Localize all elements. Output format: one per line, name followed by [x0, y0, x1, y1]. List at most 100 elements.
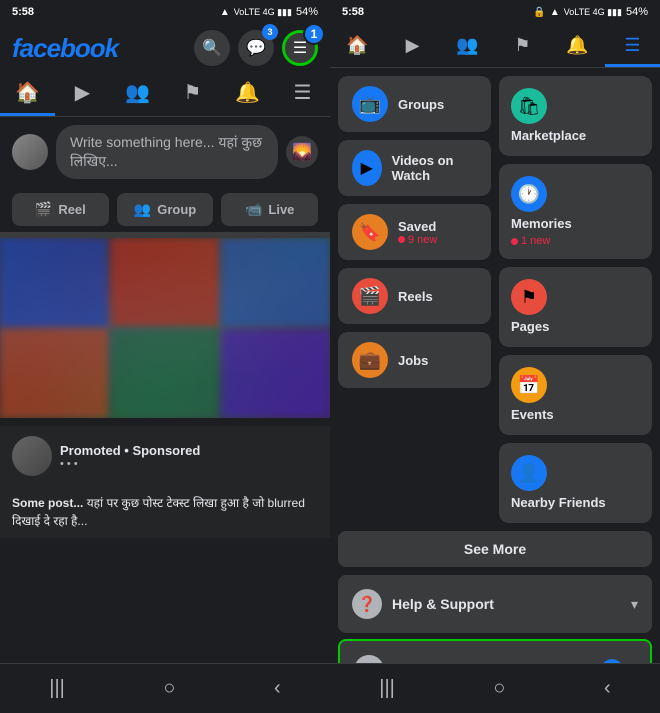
reel-icon: 🎬 — [35, 201, 52, 218]
header-icons: 🔍 💬 3 ☰ 1 — [194, 30, 318, 66]
compose-area: Write something here... यहां कुछ लिखिए..… — [0, 117, 330, 187]
group-button[interactable]: 👥 Group — [117, 193, 214, 226]
tab-home[interactable]: 🏠 — [0, 72, 55, 116]
settings-right: 2 ▾ — [601, 659, 636, 663]
settings-chevron: ▾ — [629, 662, 636, 664]
memories-label: Memories — [511, 216, 640, 231]
menu-events[interactable]: 📅 Events — [499, 355, 652, 435]
post-2-time: • • • — [60, 458, 318, 470]
right-tab-bell[interactable]: 🔔 — [550, 24, 605, 67]
right-tab-menu[interactable]: ☰ — [605, 24, 660, 67]
bottom-nav-left: ||| ○ ‹ — [0, 663, 330, 713]
right-nav-tabs: 🏠 ▶ 👥 ⚑ 🔔 ☰ — [330, 24, 660, 68]
nav-back-right[interactable]: ‹ — [604, 677, 611, 700]
help-support-label: Help & Support — [392, 596, 494, 612]
right-panel: 5:58 🔒 ▲ VoLTE 4G ▮▮▮ 54% 🏠 ▶ 👥 ⚑ 🔔 ☰ 📺 … — [330, 0, 660, 713]
story-actions: 🎬 Reel 👥 Group 📹 Live — [0, 187, 330, 238]
menu-marketplace[interactable]: 🛍 Marketplace — [499, 76, 652, 156]
messenger-button[interactable]: 💬 3 — [238, 30, 274, 66]
tab-friends[interactable]: 👥 — [110, 72, 165, 116]
tab-bell[interactable]: 🔔 — [220, 72, 275, 116]
groups-label: Groups — [398, 97, 444, 112]
settings-privacy-label: Settings & Privacy — [394, 662, 517, 663]
saved-sub: 9 new — [398, 234, 437, 246]
bottom-nav-right: ||| ○ ‹ — [330, 663, 660, 713]
menu-videos-watch[interactable]: ▶ Videos on Watch — [338, 140, 491, 196]
saved-dot — [398, 236, 405, 243]
feed-area: Promoted • Sponsored • • • Some post... … — [0, 238, 330, 663]
settings-privacy-left: ⚙ Settings & Privacy — [354, 655, 517, 663]
help-support-chevron: ▾ — [631, 596, 638, 613]
time-left: 5:58 — [12, 6, 34, 18]
events-label: Events — [511, 407, 640, 422]
post-2-text: Some post... यहां पर कुछ पोस्ट टेक्स्ट ल… — [0, 486, 330, 538]
menu-scroll[interactable]: 📺 Groups ▶ Videos on Watch 🔖 Saved 9 new… — [330, 68, 660, 663]
post-image-1 — [0, 238, 330, 418]
menu-groups[interactable]: 📺 Groups — [338, 76, 491, 132]
videos-watch-label: Videos on Watch — [392, 153, 477, 183]
menu-button[interactable]: ☰ 1 — [282, 30, 318, 66]
menu-reels[interactable]: 🎬 Reels — [338, 268, 491, 324]
events-icon: 📅 — [511, 367, 547, 403]
nav-home-left[interactable]: ○ — [163, 677, 175, 700]
network-right: VoLTE 4G ▮▮▮ — [564, 7, 622, 18]
feed-post-1 — [0, 238, 330, 418]
status-icons-right: 🔒 ▲ VoLTE 4G ▮▮▮ 54% — [533, 6, 648, 18]
group-label: Group — [157, 202, 196, 217]
settings-icon: ⚙ — [354, 655, 384, 663]
menu-left-col: 📺 Groups ▶ Videos on Watch 🔖 Saved 9 new… — [338, 76, 491, 523]
help-support-row[interactable]: ❓ Help & Support ▾ — [338, 575, 652, 633]
right-tab-friends[interactable]: 👥 — [440, 24, 495, 67]
post-2-avatar — [12, 436, 52, 476]
fb-logo: facebook — [12, 33, 118, 64]
status-bar-right: 5:58 🔒 ▲ VoLTE 4G ▮▮▮ 54% — [330, 0, 660, 24]
menu-columns: 📺 Groups ▶ Videos on Watch 🔖 Saved 9 new… — [338, 76, 652, 523]
pages-label: Pages — [511, 319, 640, 334]
fb-header: facebook 🔍 💬 3 ☰ 1 — [0, 24, 330, 72]
right-tab-home[interactable]: 🏠 — [330, 24, 385, 67]
user-avatar — [12, 134, 48, 170]
nav-tabs-left: 🏠 ▶ 👥 ⚑ 🔔 ☰ — [0, 72, 330, 117]
right-tab-flag[interactable]: ⚑ — [495, 24, 550, 67]
memories-icon: 🕐 — [511, 176, 547, 212]
tab-menu[interactable]: ☰ — [275, 72, 330, 116]
see-more-button[interactable]: See More — [338, 531, 652, 567]
reels-icon: 🎬 — [352, 278, 388, 314]
marketplace-icon: 🛍 — [511, 88, 547, 124]
reel-label: Reel — [58, 202, 85, 217]
marketplace-label: Marketplace — [511, 128, 640, 143]
saved-label: Saved — [398, 219, 437, 234]
memories-dot — [511, 238, 518, 245]
menu-saved[interactable]: 🔖 Saved 9 new — [338, 204, 491, 260]
battery-left: 54% — [296, 6, 318, 18]
photo-button[interactable]: 🌄 — [286, 136, 318, 168]
reel-button[interactable]: 🎬 Reel — [12, 193, 109, 226]
search-button[interactable]: 🔍 — [194, 30, 230, 66]
post-2-name: Promoted • Sponsored — [60, 443, 318, 458]
groups-icon: 📺 — [352, 86, 388, 122]
left-panel: 5:58 ▲ VoLTE 4G ▮▮▮ 54% facebook 🔍 💬 3 ☰… — [0, 0, 330, 713]
right-tab-video[interactable]: ▶ — [385, 24, 440, 67]
menu-jobs[interactable]: 💼 Jobs — [338, 332, 491, 388]
videos-watch-icon: ▶ — [352, 150, 382, 186]
nav-recent-left[interactable]: ||| — [49, 677, 65, 700]
nav-home-right[interactable]: ○ — [493, 677, 505, 700]
nav-recent-right[interactable]: ||| — [379, 677, 395, 700]
settings-privacy-row[interactable]: ⚙ Settings & Privacy 2 ▾ — [338, 639, 652, 663]
annotation-1: 1 — [303, 23, 325, 45]
tab-video[interactable]: ▶ — [55, 72, 110, 116]
active-line — [605, 64, 660, 67]
menu-memories[interactable]: 🕐 Memories 1 new — [499, 164, 652, 259]
nav-back-left[interactable]: ‹ — [274, 677, 281, 700]
menu-pages[interactable]: ⚑ Pages — [499, 267, 652, 347]
signal-icon-right: ▲ — [550, 7, 560, 18]
tab-flag[interactable]: ⚑ — [165, 72, 220, 116]
post-2-author: Some post... — [12, 496, 83, 510]
time-right: 5:58 — [342, 6, 364, 18]
menu-nearby-friends[interactable]: 👤 Nearby Friends — [499, 443, 652, 523]
live-button[interactable]: 📹 Live — [221, 193, 318, 226]
compose-input[interactable]: Write something here... यहां कुछ लिखिए..… — [56, 125, 278, 179]
live-label: Live — [268, 202, 294, 217]
feed-post-2: Promoted • Sponsored • • • Some post... … — [0, 426, 330, 538]
saved-icon: 🔖 — [352, 214, 388, 250]
